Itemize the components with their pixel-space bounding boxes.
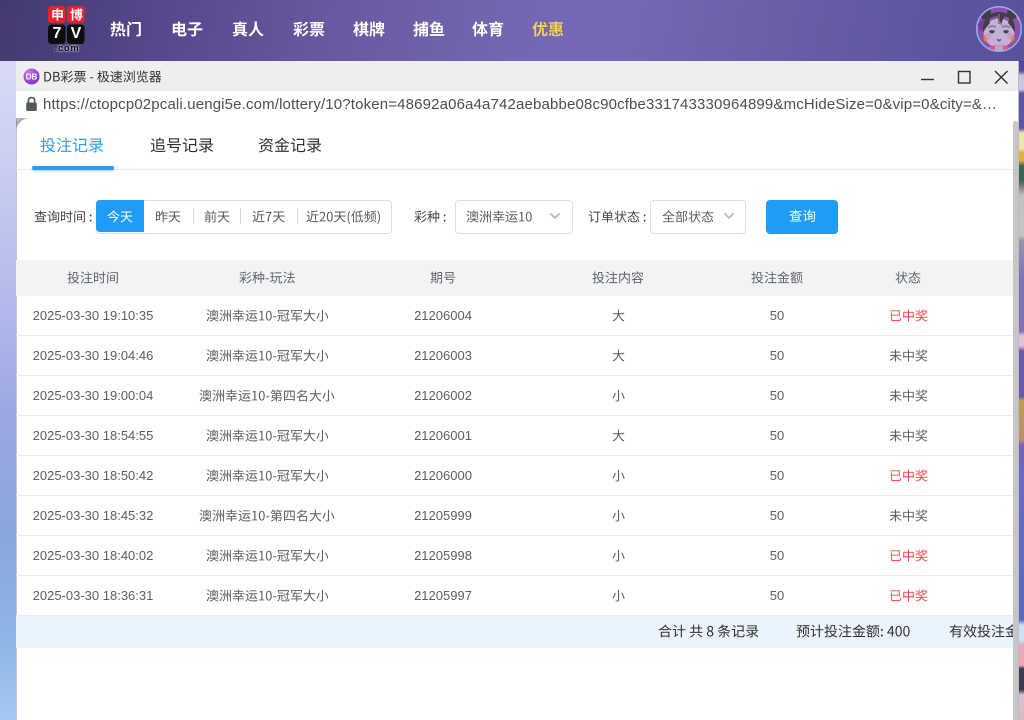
svg-text:DB: DB xyxy=(26,73,38,82)
